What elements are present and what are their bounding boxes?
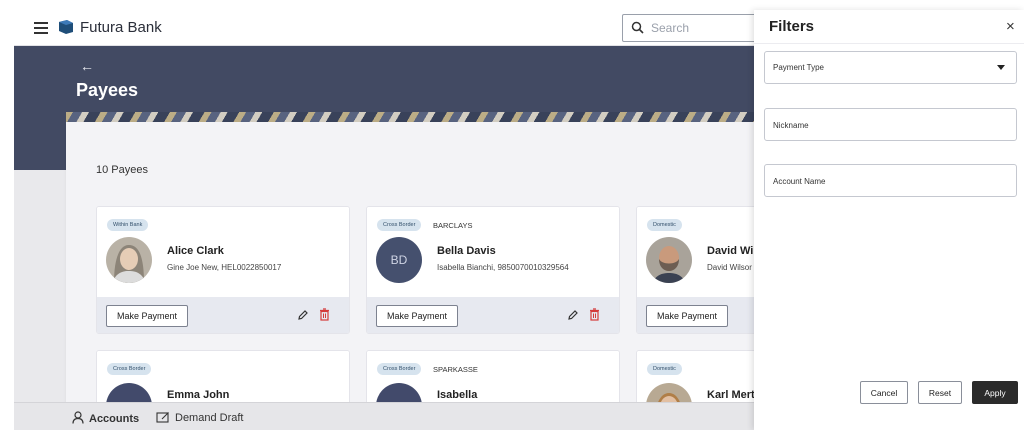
payee-name: Emma John [167,389,230,401]
close-icon[interactable]: × [1006,18,1015,35]
filters-title: Filters [769,18,815,35]
account-name-input[interactable] [773,174,1003,188]
payment-type-badge: Cross Border [107,363,152,375]
cancel-button[interactable]: Cancel [860,381,908,404]
screen: Futura Bank ← Payees 10 Payees Within Ba… [0,0,1024,430]
payee-avatar [106,237,152,283]
delete-icon[interactable] [589,308,600,321]
nav-demand-draft[interactable]: Demand Draft [156,411,243,424]
payment-type-label: Payment Type [773,63,824,72]
payee-name: Isabella [437,389,478,401]
payee-name: Karl Merte [707,389,761,401]
account-name-field[interactable] [764,164,1017,197]
nickname-field[interactable] [764,108,1017,141]
page-title: Payees [76,80,139,100]
payee-detail: Isabella Bianchi, 9850070010329564 [437,263,569,272]
payee-detail: David Wilsor [707,263,752,272]
edit-icon[interactable] [567,309,579,321]
demand-draft-icon [156,412,169,423]
filters-header: Filters × [754,10,1024,44]
payment-type-badge: Cross Border [377,363,422,375]
bank-logo-icon [59,20,73,34]
user-icon [72,411,84,424]
payment-type-badge: Cross Border [377,219,422,231]
payee-avatar [646,237,692,283]
search-box[interactable] [622,14,762,42]
payment-type-badge: Within Bank [107,219,149,231]
payment-type-select[interactable]: Payment Type [764,51,1017,84]
payee-card[interactable]: Within Bank Alice Clark Gine Joe New, HE… [96,206,350,334]
chevron-down-icon [997,65,1005,70]
delete-icon[interactable] [319,308,330,321]
make-payment-button[interactable]: Make Payment [646,305,728,327]
search-input[interactable] [651,19,751,37]
brand-name: Futura Bank [80,19,162,36]
make-payment-button[interactable]: Make Payment [106,305,188,327]
bank-name: SPARKASSE [433,365,478,374]
payee-initials-avatar: BD [376,237,422,283]
edit-icon[interactable] [297,309,309,321]
payee-name: Alice Clark [167,245,224,257]
hamburger-menu-icon[interactable] [34,22,48,34]
payee-detail: Gine Joe New, HEL0022850017 [167,263,282,272]
back-arrow-icon[interactable]: ← [80,58,94,74]
payee-name: Bella Davis [437,245,496,257]
payees-panel: 10 Payees Within Bank Alice Clark Gine J… [66,122,890,430]
bank-name: BARCLAYS [433,221,473,230]
payee-count: 10 Payees [96,164,148,176]
search-icon [631,21,644,34]
nav-accounts-label: Accounts [89,413,140,425]
payee-card[interactable]: Cross Border BARCLAYS BD Bella Davis Isa… [366,206,620,334]
payment-type-badge: Domestic [647,219,682,231]
payment-type-badge: Domestic [647,363,682,375]
apply-button[interactable]: Apply [972,381,1018,404]
nickname-input[interactable] [773,118,1003,132]
filters-drawer: Filters × Payment Type Cancel Reset Appl… [754,10,1024,430]
make-payment-button[interactable]: Make Payment [376,305,458,327]
nav-demand-draft-label: Demand Draft [175,412,244,424]
nav-accounts[interactable]: Accounts [72,411,139,425]
reset-button[interactable]: Reset [918,381,962,404]
